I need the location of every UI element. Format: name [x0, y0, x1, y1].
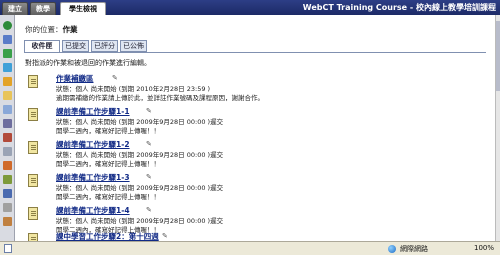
notes-icon[interactable]: [3, 77, 12, 86]
mail-icon[interactable]: [3, 63, 12, 72]
tab-published[interactable]: 已公佈: [120, 40, 147, 52]
roster-icon[interactable]: [3, 147, 12, 156]
tab-submitted[interactable]: 已提交: [62, 40, 89, 52]
assignment-item: 課前準備工作步驟1-2 ✎ 狀態：個人 尚未開始 (到期 2009年9月28日 …: [28, 139, 468, 175]
zoom-level[interactable]: 100%: [474, 244, 494, 252]
course-title: WebCT Training Course - 校內線上教學培訓課程: [302, 3, 496, 12]
discussion-icon[interactable]: [3, 119, 12, 128]
security-zone-label: 網際網路: [400, 245, 428, 253]
attachment-icon: ✎: [112, 74, 118, 82]
breadcrumb-current: 作業: [62, 25, 78, 34]
assignment-note: 開學二週內，確寫好記得上傳喔！！: [56, 160, 160, 168]
tab-student-view[interactable]: 學生檢視: [60, 2, 106, 15]
page-icon: [4, 244, 12, 253]
glossary-icon[interactable]: [3, 189, 12, 198]
quiz-icon[interactable]: [3, 175, 12, 184]
calendar-icon[interactable]: [3, 35, 12, 44]
grades-icon[interactable]: [3, 133, 12, 142]
assignment-item: 課前準備工作步驟1-1 ✎ 狀態：個人 尚未開始 (到期 2009年9月28日 …: [28, 106, 468, 142]
assignments-content: 你的位置：作業 收件匣 已提交 已評分 已公佈 對指派的作業和被退回的作業進行編…: [16, 15, 495, 246]
tab-divider: [24, 52, 486, 53]
assignment-note: 開學二週內，確寫好記得上傳喔！！: [56, 193, 160, 201]
search-icon[interactable]: [3, 203, 12, 212]
top-navigation-bar: 建立 教學 學生檢視 WebCT Training Course - 校內線上教…: [0, 0, 500, 15]
document-icon: [28, 174, 38, 187]
chat-icon[interactable]: [3, 105, 12, 114]
tab-teach[interactable]: 教學: [30, 2, 56, 15]
assignments-icon[interactable]: [3, 161, 12, 170]
tab-graded[interactable]: 已評分: [91, 40, 118, 52]
breadcrumb-prefix: 你的位置：: [25, 25, 63, 34]
assignment-item: 課中學習工作步驟2：第十四週 ✎: [28, 231, 468, 246]
webct-window: 建立 教學 學生檢視 WebCT Training Course - 校內線上教…: [0, 0, 500, 255]
breadcrumb: 你的位置：作業: [25, 24, 78, 35]
document-icon: [28, 108, 38, 121]
attachment-icon: ✎: [162, 232, 168, 240]
tab-build[interactable]: 建立: [2, 2, 28, 15]
attachment-icon: ✎: [146, 140, 152, 148]
folder-icon[interactable]: [3, 91, 12, 100]
refresh-icon[interactable]: [3, 49, 12, 58]
settings-icon[interactable]: [3, 217, 12, 226]
document-icon: [28, 207, 38, 220]
attachment-icon: ✎: [146, 206, 152, 214]
assignment-note: 逾期需補繳的作業請上傳於此，並詳註作業號碼及課程原因，謝謝合作。: [56, 94, 264, 102]
assignment-item: 作業補繳區 ✎ 狀態：個人 尚未開始 (到期 2010年2月28日 23:59 …: [28, 73, 468, 109]
assignment-note: 開學二週內，確寫好記得上傳喔！！: [56, 127, 160, 135]
document-icon: [28, 75, 38, 88]
vertical-scrollbar[interactable]: [495, 15, 500, 241]
document-icon: [28, 141, 38, 154]
scrollbar-thumb[interactable]: [496, 21, 500, 91]
attachment-icon: ✎: [146, 173, 152, 181]
attachment-icon: ✎: [146, 107, 152, 115]
globe-icon: [388, 245, 396, 253]
tool-sidebar: [0, 15, 15, 241]
browser-status-bar: 網際網路 100%: [0, 241, 500, 255]
instructions-text: 對指派的作業和被退回的作業進行編輯。: [25, 59, 151, 67]
assignment-item: 課前準備工作步驟1-3 ✎ 狀態：個人 尚未開始 (到期 2009年9月28日 …: [28, 172, 468, 208]
home-icon[interactable]: [3, 21, 12, 30]
